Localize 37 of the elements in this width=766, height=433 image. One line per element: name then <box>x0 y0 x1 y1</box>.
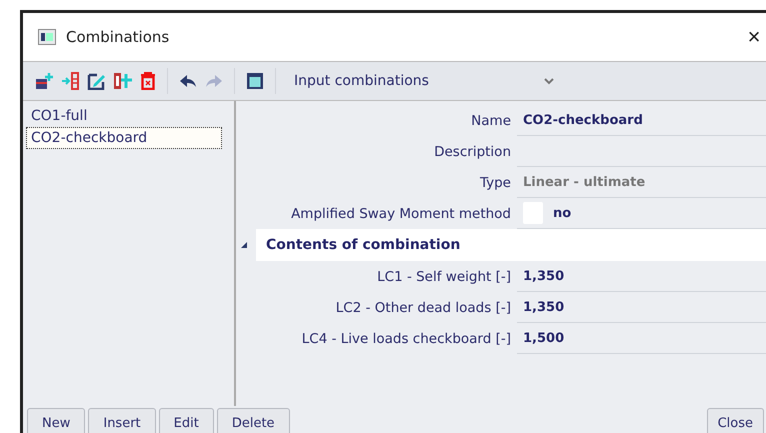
collapse-icon[interactable] <box>240 241 248 249</box>
dialog-button[interactable]: Delete <box>216 408 290 433</box>
property-value[interactable]: 1,350 <box>517 292 766 323</box>
window-title: Combinations <box>66 28 170 46</box>
group-header: Contents of combination <box>256 229 766 261</box>
value-text: no <box>553 206 572 220</box>
property-label: Amplified Sway Moment method <box>290 204 512 224</box>
dialog-button[interactable]: Insert <box>88 408 156 433</box>
property-label: LC2 - Other dead loads [-] <box>334 298 512 318</box>
value-text: 1,350 <box>523 300 564 314</box>
property-label: Name <box>470 112 512 130</box>
undo-icon[interactable] <box>178 72 198 90</box>
value-text: 1,500 <box>523 330 564 346</box>
close-dialog-button[interactable]: Close <box>706 408 764 433</box>
property-label: LC4 - Live loads checkboard [-] <box>300 330 512 348</box>
property-value[interactable]: 1,500 <box>517 323 766 354</box>
insert-icon[interactable] <box>61 72 81 90</box>
add-icon[interactable] <box>35 72 55 90</box>
value-text: Linear - ultimate <box>523 174 646 190</box>
dialog-button[interactable]: Edit <box>158 408 214 433</box>
property-label: Description <box>433 142 512 162</box>
list-item[interactable]: CO1-full <box>26 105 222 127</box>
property-label: Type <box>478 174 512 192</box>
dialog-button[interactable]: New <box>27 408 86 433</box>
window-icon <box>38 29 56 45</box>
chevron-icon <box>544 78 554 84</box>
delete-icon[interactable] <box>139 72 157 90</box>
property-value[interactable]: 1,350 <box>517 261 766 292</box>
edit-icon[interactable] <box>87 72 107 90</box>
property-label: LC1 - Self weight [-] <box>376 268 512 286</box>
value-text: CO2-checkboard <box>523 112 643 128</box>
list-item[interactable]: CO2-checkboard <box>26 127 222 149</box>
property-value[interactable]: CO2-checkboard <box>517 105 766 136</box>
value-text: 1,350 <box>523 268 564 284</box>
table-icon[interactable] <box>245 72 265 90</box>
close-button[interactable]: × <box>742 24 766 50</box>
insert-column-icon[interactable] <box>113 72 133 90</box>
